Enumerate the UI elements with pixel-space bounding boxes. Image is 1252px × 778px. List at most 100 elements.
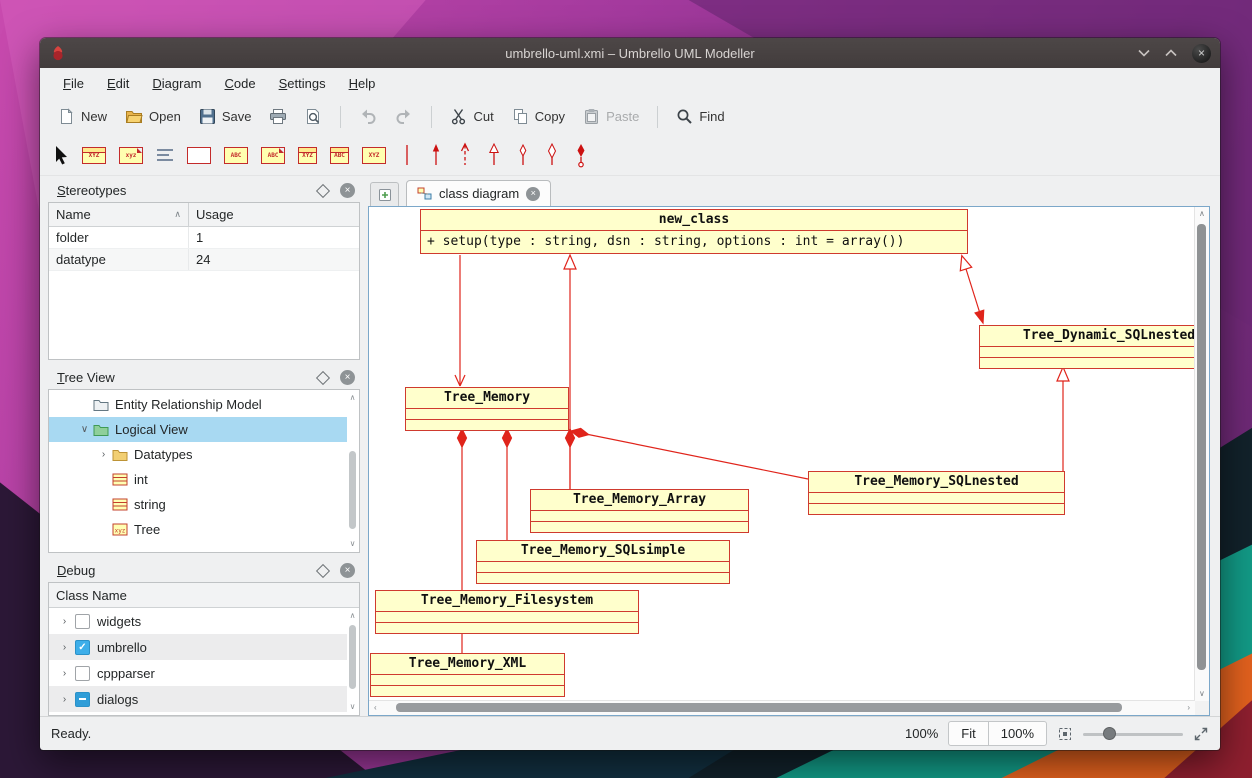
close-tab-icon[interactable]: × [526,187,540,201]
menu-settings[interactable]: Settings [269,72,336,95]
debug-item-dialogs[interactable]: ›dialogs [49,686,347,712]
debug-item-umbrello[interactable]: ›✓umbrello [49,634,347,660]
composition-tool[interactable] [544,142,560,168]
collapse-icon[interactable]: ∨ [76,424,93,435]
titlebar[interactable]: umbrello-uml.xmi – Umbrello UML Modeller… [40,38,1220,68]
debug-scrollbar[interactable]: ∧ ∨ [347,611,358,712]
box-tool[interactable] [187,147,211,164]
expand-icon[interactable] [1193,726,1209,742]
checkbox-cppparser[interactable] [75,666,90,681]
tree-item-string[interactable]: string [49,492,347,517]
scroll-up-icon[interactable]: ∧ [1199,209,1205,219]
zoom-slider-track[interactable] [1083,733,1183,736]
column-header-name[interactable]: Name ∧ [49,203,189,226]
menu-code[interactable]: Code [215,72,266,95]
debug-item-cppparser[interactable]: ›cppparser [49,660,347,686]
checkbox-umbrello[interactable]: ✓ [75,640,90,655]
float-dock-icon[interactable] [316,370,330,384]
close-dock-icon[interactable]: × [340,563,355,578]
copy-button[interactable]: Copy [504,104,573,129]
scroll-up-icon[interactable]: ∧ [347,611,358,621]
menu-edit[interactable]: Edit [97,72,139,95]
uml-class-Tree_Memory_XML[interactable]: Tree_Memory_XML [370,653,565,697]
save-button[interactable]: Save [191,104,260,129]
tree-item-logical-view[interactable]: ∨Logical View [49,417,347,442]
redo-button[interactable] [387,104,421,129]
relation[interactable] [503,429,512,540]
interface-tool[interactable]: XYZ [298,147,317,164]
unshade-button[interactable] [1165,49,1177,57]
enum-tool[interactable]: ABC [330,147,349,164]
stereotype-row[interactable]: folder1 [49,227,359,249]
scrollbar-thumb[interactable] [396,703,1122,712]
scroll-down-icon[interactable]: ∨ [1199,689,1205,699]
checkbox-widgets[interactable] [75,614,90,629]
class-tool[interactable]: XYZ [82,147,106,164]
relation[interactable] [455,255,465,386]
scrollbar-thumb[interactable] [349,451,356,529]
tree-item-int[interactable]: int [49,467,347,492]
stereotype-row[interactable]: datatype24 [49,249,359,271]
canvas-horizontal-scrollbar[interactable]: ‹ › [369,700,1195,715]
checkbox-dialogs[interactable] [75,692,90,707]
fit-button[interactable]: Fit [948,721,988,746]
align-tool[interactable] [156,148,174,162]
scroll-up-icon[interactable]: ∧ [347,393,358,403]
debug-item-widgets[interactable]: ›widgets [49,608,347,634]
uni-association-tool[interactable] [428,142,444,168]
scroll-right-icon[interactable]: › [1187,703,1190,713]
shade-button[interactable] [1138,49,1150,57]
note-tool[interactable]: ABC [261,147,285,164]
expand-icon[interactable]: › [56,668,73,679]
column-header-usage[interactable]: Usage [189,203,241,226]
relation[interactable] [566,429,575,489]
relation[interactable] [1057,367,1069,471]
float-dock-icon[interactable] [316,183,330,197]
canvas-vertical-scrollbar[interactable]: ∧ ∨ [1194,207,1209,701]
datatype-tool[interactable]: XYZ [362,147,386,164]
expand-icon[interactable]: › [56,694,73,705]
diagram-canvas[interactable]: new_class+ setup(type : string, dsn : st… [369,207,1195,701]
paste-button[interactable]: Paste [575,104,647,129]
scrollbar-thumb[interactable] [349,625,356,689]
expand-icon[interactable]: › [95,449,112,460]
close-dock-icon[interactable]: × [340,183,355,198]
zoom-slider-handle[interactable] [1103,727,1116,740]
undo-button[interactable] [351,104,385,129]
uml-class-new_class[interactable]: new_class+ setup(type : string, dsn : st… [420,209,968,254]
tree-item-entity-relationship-model[interactable]: Entity Relationship Model [49,392,347,417]
uml-class-Tree_Memory[interactable]: Tree_Memory [405,387,569,431]
tree-item-datatypes[interactable]: ›Datatypes [49,442,347,467]
generalization-tool[interactable] [486,142,502,168]
print-button[interactable] [261,104,295,129]
label-tool[interactable]: ABC [224,147,248,164]
relation[interactable] [571,428,808,479]
relation[interactable] [960,256,983,323]
zoom-slider[interactable] [1083,724,1183,744]
column-header-class-name[interactable]: Class Name [49,583,359,608]
scroll-down-icon[interactable]: ∨ [347,702,358,712]
print-preview-button[interactable] [297,104,330,129]
uml-class-Tree_Memory_Array[interactable]: Tree_Memory_Array [530,489,749,533]
uml-class-Tree_Memory_SQLnested[interactable]: Tree_Memory_SQLnested [808,471,1065,515]
float-dock-icon[interactable] [316,563,330,577]
dependency-tool[interactable] [457,142,473,168]
select-tool[interactable] [54,145,69,165]
zoom-100-button[interactable]: 100% [988,721,1047,746]
menu-help[interactable]: Help [339,72,386,95]
scroll-down-icon[interactable]: ∨ [347,539,358,549]
association-tool[interactable] [399,142,415,168]
new-document-button[interactable]: New [50,104,115,129]
tree-item-tree[interactable]: xyzTree [49,517,347,542]
tree-scrollbar[interactable]: ∧ ∨ [347,393,358,549]
expand-icon[interactable]: › [56,616,73,627]
uml-class-Tree_Memory_SQLsimple[interactable]: Tree_Memory_SQLsimple [476,540,730,584]
aggregation-tool[interactable] [515,142,531,168]
cut-button[interactable]: Cut [442,104,501,129]
uml-class-Tree_Dynamic_SQLnested[interactable]: Tree_Dynamic_SQLnested [979,325,1195,369]
scroll-left-icon[interactable]: ‹ [374,703,377,713]
scrollbar-thumb[interactable] [1197,224,1206,670]
new-diagram-tab-button[interactable] [370,182,399,206]
menu-file[interactable]: File [53,72,94,95]
containment-tool[interactable] [573,142,589,168]
